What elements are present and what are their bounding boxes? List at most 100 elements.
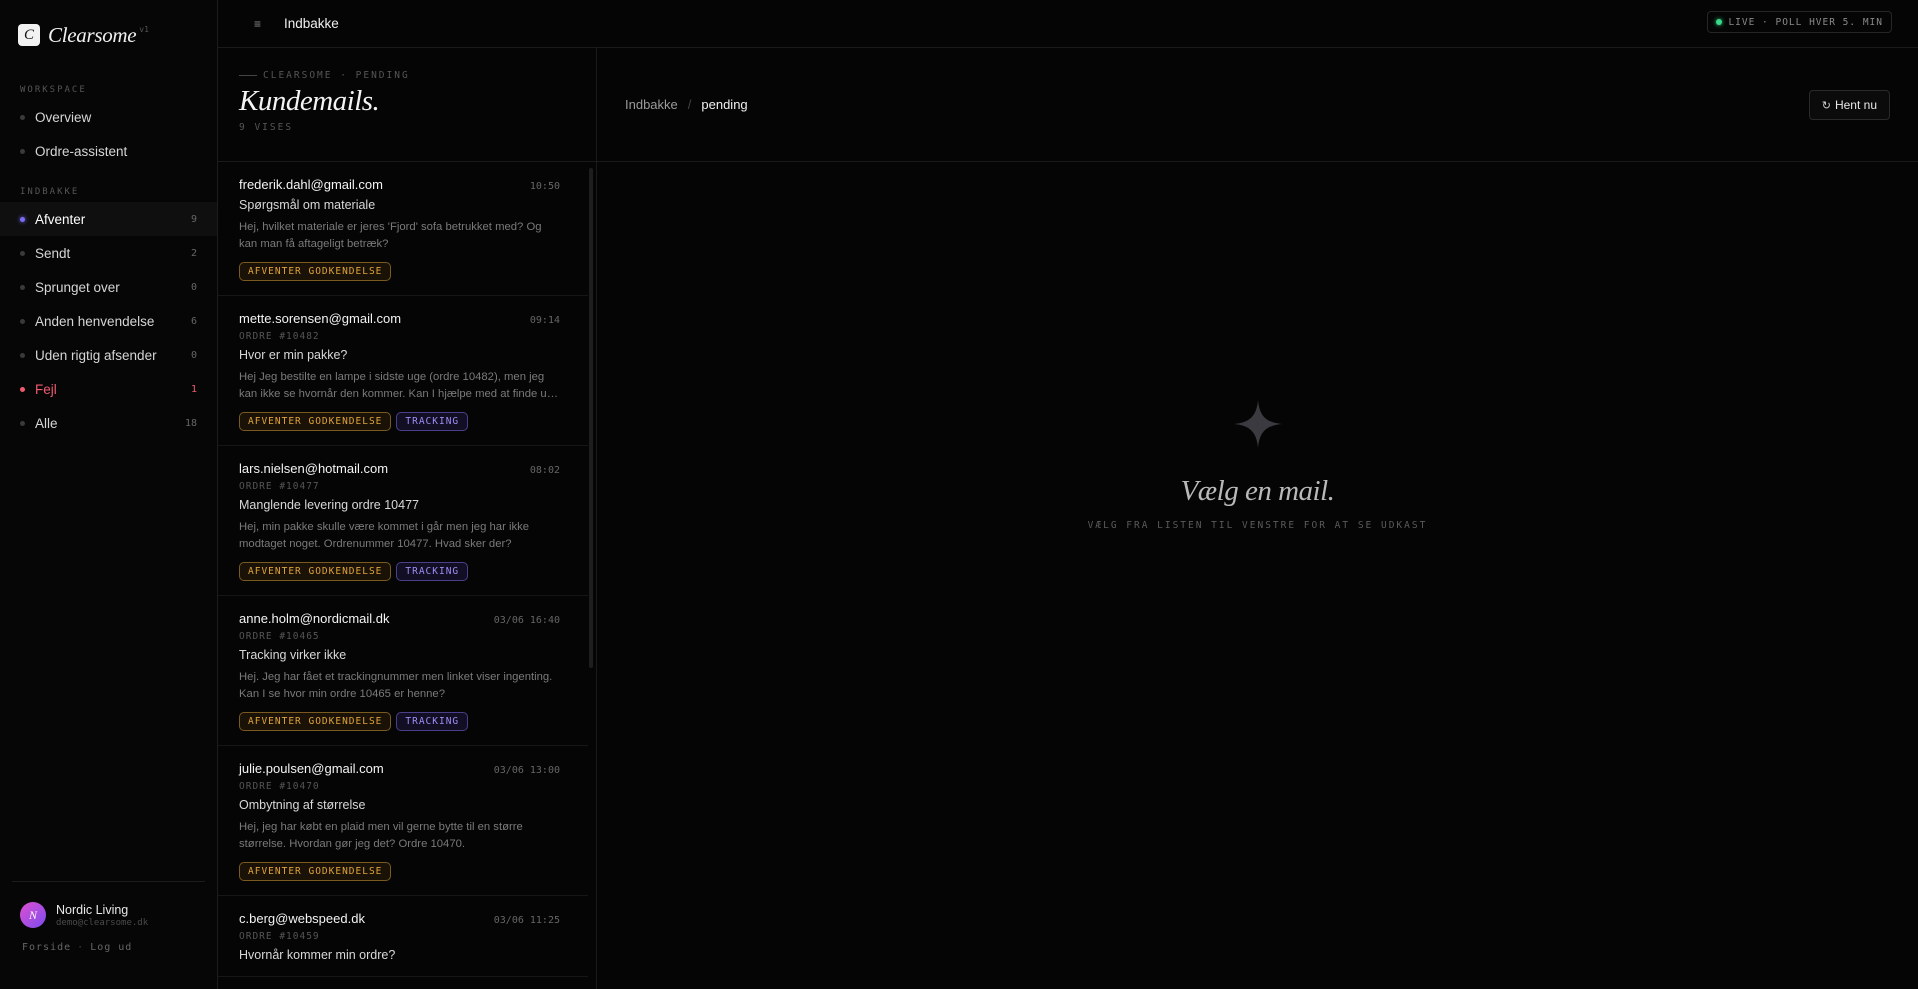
mail-preview: Hej, jeg har købt en plaid men vil gerne… <box>239 821 523 850</box>
mail-sender: mette.sorensen@gmail.com <box>239 311 402 326</box>
nav-dot-icon <box>20 250 25 256</box>
eyebrow-rule <box>239 75 257 76</box>
empty-state-title: Vælg en mail. <box>1180 475 1335 507</box>
breadcrumb-separator: / <box>687 97 692 112</box>
sidebar-item-label: Ordre-assistent <box>35 143 128 159</box>
tracking-badge: TRACKING <box>396 562 469 581</box>
user-profile[interactable]: N Nordic Living demo@clearsome.dk <box>12 902 205 928</box>
inbox-nav: Afventer 9 Sendt 2 Sprunget over 0 Anden henve… <box>0 202 217 440</box>
mail-order-number: ORDRE #10477 <box>239 481 320 492</box>
list-count: 9 VISES <box>239 122 294 133</box>
inbox-section-label: INDBAKKE <box>20 187 80 197</box>
workspace-nav: Overview Ordre-assistent <box>0 100 217 168</box>
detail-header: Indbakke / pending ↻ Hent nu <box>597 48 1918 162</box>
sidebar-item-alle[interactable]: Alle 18 <box>0 406 217 440</box>
mail-subject: Spørgsmål om materiale <box>239 198 376 212</box>
mail-preview: Hej, hvilket materiale er jeres 'Fjord' … <box>239 221 542 250</box>
mail-tags: AFVENTER GODKENDELSE TRACKING <box>239 412 560 431</box>
user-email: demo@clearsome.dk <box>56 917 149 928</box>
sidebar-item-count: 0 <box>190 349 197 361</box>
sidebar-item-count: 2 <box>190 247 197 259</box>
breadcrumb-current: pending <box>701 97 748 112</box>
sidebar-item-label: Overview <box>35 109 92 125</box>
sparkle-icon <box>1233 400 1282 448</box>
sidebar-item-sendt[interactable]: Sendt 2 <box>0 236 217 270</box>
fetch-now-button[interactable]: ↻ Hent nu <box>1808 90 1890 120</box>
mail-item-header: c.berg@webspeed.dk 03/06 11:25 <box>239 911 560 926</box>
mail-preview: Hej. Jeg har fået et trackingnummer men … <box>239 671 553 700</box>
refresh-icon: ↻ <box>1821 99 1831 112</box>
sidebar-item-ordre-assistent[interactable]: Ordre-assistent <box>0 134 217 168</box>
mail-sender: lars.nielsen@hotmail.com <box>239 461 389 476</box>
main: ≡ Indbakke LIVE · POLL HVER 5. MIN CLEAR… <box>218 0 1918 989</box>
nav-dot-icon <box>20 284 25 290</box>
mail-preview: Hej, min pakke skulle være kommet i går … <box>239 521 530 550</box>
mail-timestamp: 03/06 11:25 <box>493 915 560 926</box>
workspace-section-label: WORKSPACE <box>20 85 87 95</box>
empty-state: Vælg en mail. VÆLG FRA LISTEN TIL VENSTR… <box>597 398 1918 531</box>
list-scrollbar[interactable] <box>589 168 593 668</box>
avatar: N <box>20 902 46 928</box>
list-item[interactable]: mette.sorensen@gmail.com 09:14 ORDRE #1048… <box>218 296 588 446</box>
eyebrow-text: CLEARSOME · PENDING <box>263 70 410 81</box>
sidebar-item-label: Sendt <box>35 245 71 261</box>
mail-sender: julie.poulsen@gmail.com <box>239 761 384 776</box>
nav-dot-icon <box>20 114 25 120</box>
user-name: Nordic Living <box>56 902 129 917</box>
list-item[interactable]: julie.poulsen@gmail.com 03/06 13:00 ORDRE … <box>218 746 588 896</box>
sidebar-item-label: Fejl <box>35 381 57 397</box>
mail-detail-pane: Indbakke / pending ↻ Hent nu Vælg en mai… <box>597 48 1918 989</box>
status-badge: AFVENTER GODKENDELSE <box>239 412 392 431</box>
mail-subject: Tracking virker ikke <box>239 648 347 662</box>
sidebar-item-label: Sprunget over <box>35 279 120 295</box>
sidebar: C Clearsome v1 WORKSPACE Overview Ordre-a… <box>0 0 218 989</box>
breadcrumb-root[interactable]: Indbakke <box>625 97 678 112</box>
sidebar-item-overview[interactable]: Overview <box>0 100 217 134</box>
mail-list-header: CLEARSOME · PENDING Kundemails. 9 VISES <box>218 48 596 162</box>
menu-icon[interactable]: ≡ <box>254 17 270 31</box>
sidebar-item-fejl[interactable]: Fejl 1 <box>0 372 217 406</box>
home-link[interactable]: Forside <box>22 942 71 953</box>
sidebar-item-sprunget-over[interactable]: Sprunget over 0 <box>0 270 217 304</box>
sidebar-item-count: 18 <box>184 417 197 429</box>
list-item[interactable]: anne.holm@nordicmail.dk 03/06 16:40 ORDRE … <box>218 596 588 746</box>
sidebar-item-anden-henvendelse[interactable]: Anden henvendelse 6 <box>0 304 217 338</box>
list-item[interactable]: c.berg@webspeed.dk 03/06 11:25 ORDRE #1045… <box>218 896 588 977</box>
logout-link[interactable]: Log ud <box>90 942 132 953</box>
mail-item-header: lars.nielsen@hotmail.com 08:02 <box>239 461 560 476</box>
mail-tags: AFVENTER GODKENDELSE TRACKING <box>239 712 560 731</box>
mail-item-header: frederik.dahl@gmail.com 10:50 <box>239 177 560 192</box>
sidebar-item-uden-rigtig-afsender[interactable]: Uden rigtig afsender 0 <box>0 338 217 372</box>
mail-tags: AFVENTER GODKENDELSE <box>239 262 560 281</box>
sidebar-item-afventer[interactable]: Afventer 9 <box>0 202 217 236</box>
sidebar-item-count: 6 <box>190 315 197 327</box>
live-status-badge: LIVE · POLL HVER 5. MIN <box>1707 11 1892 33</box>
list-item[interactable]: frederik.dahl@gmail.com 10:50 Spørgsmål om… <box>218 162 588 296</box>
mail-tags: AFVENTER GODKENDELSE <box>239 862 560 881</box>
mail-tags: AFVENTER GODKENDELSE TRACKING <box>239 562 560 581</box>
mail-order-number: ORDRE #10459 <box>239 931 320 942</box>
list-item[interactable]: lars.nielsen@hotmail.com 08:02 ORDRE #1047… <box>218 446 588 596</box>
live-dot-icon <box>1716 19 1723 25</box>
content: CLEARSOME · PENDING Kundemails. 9 VISES … <box>218 48 1918 989</box>
status-badge: AFVENTER GODKENDELSE <box>239 862 392 881</box>
sidebar-item-label: Uden rigtig afsender <box>35 347 157 363</box>
status-badge: AFVENTER GODKENDELSE <box>239 262 392 281</box>
mail-timestamp: 03/06 13:00 <box>493 765 560 776</box>
brand[interactable]: C Clearsome v1 <box>0 0 217 70</box>
mail-timestamp: 09:14 <box>529 315 560 326</box>
sidebar-item-label: Anden henvendelse <box>35 313 155 329</box>
mail-order-number: ORDRE #10465 <box>239 631 320 642</box>
mail-sender: frederik.dahl@gmail.com <box>239 177 383 192</box>
mail-sender: anne.holm@nordicmail.dk <box>239 611 390 626</box>
mail-preview: Hej Jeg bestilte en lampe i sidste uge (… <box>239 371 553 400</box>
tracking-badge: TRACKING <box>396 412 469 431</box>
mail-item-header: julie.poulsen@gmail.com 03/06 13:00 <box>239 761 560 776</box>
brand-version: v1 <box>139 24 149 34</box>
sidebar-item-label: Alle <box>35 415 58 431</box>
brand-name: Clearsome <box>48 22 137 47</box>
mail-timestamp: 08:02 <box>529 465 560 476</box>
mail-subject: Hvor er min pakke? <box>239 348 348 362</box>
nav-dot-icon <box>20 216 25 222</box>
status-badge: AFVENTER GODKENDELSE <box>239 712 392 731</box>
